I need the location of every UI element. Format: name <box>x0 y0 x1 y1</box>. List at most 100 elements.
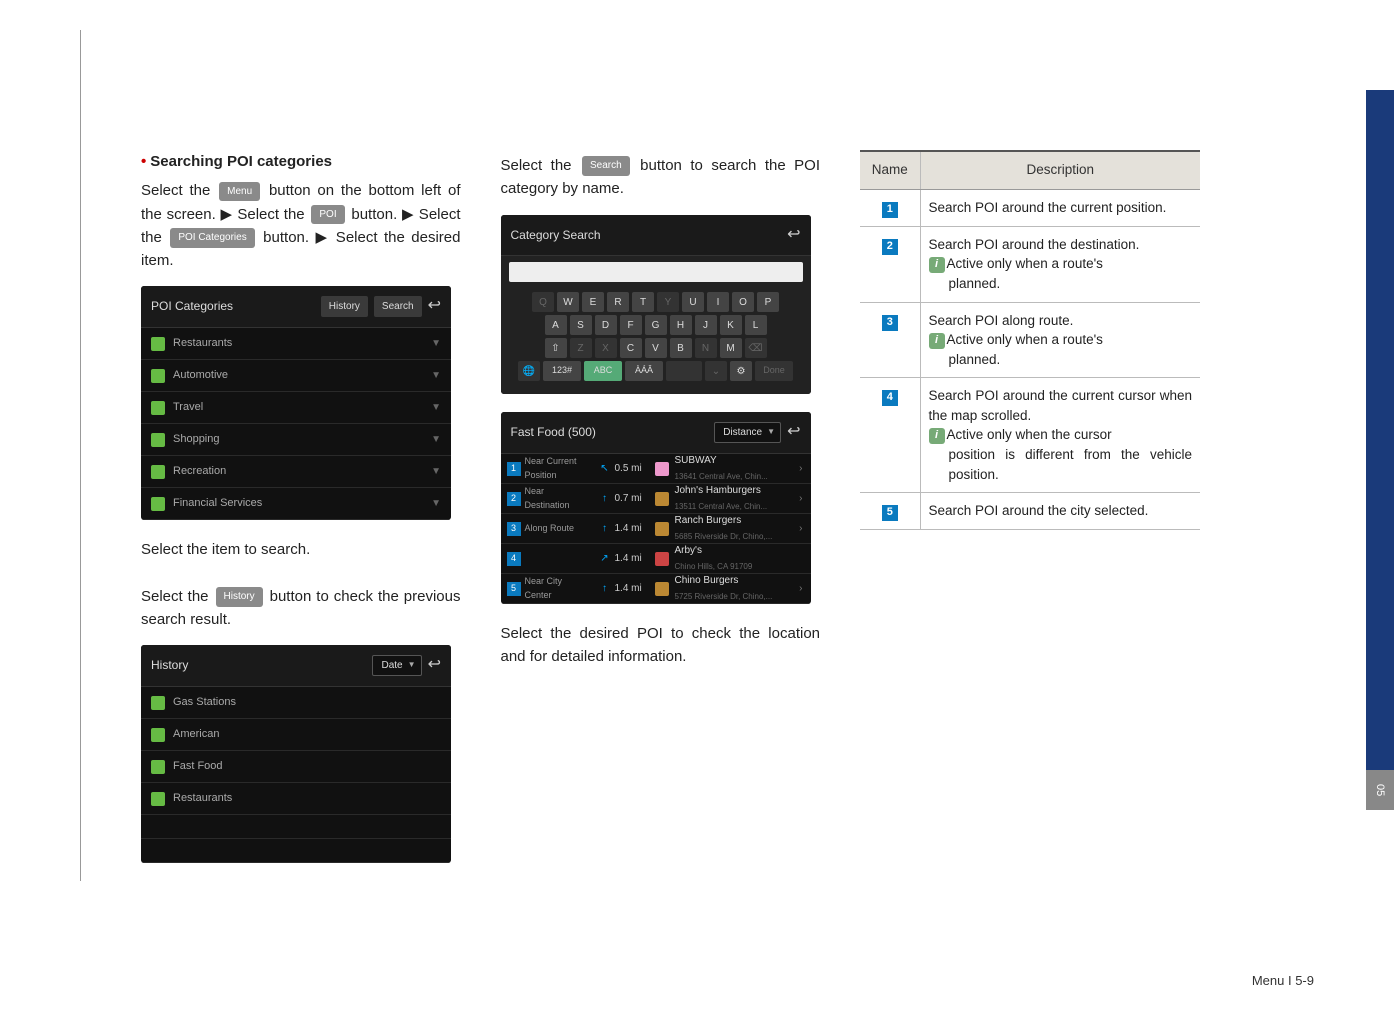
back-icon[interactable]: ↩ <box>428 653 441 678</box>
row-number-badge: 3 <box>882 315 898 331</box>
kb-key[interactable]: W <box>557 292 579 312</box>
poi-icon <box>655 492 669 506</box>
poi-icon <box>655 552 669 566</box>
kb-key[interactable]: B <box>670 338 692 358</box>
kb-num-key[interactable]: 123# <box>543 361 581 381</box>
table-row: 2 Search POI around the destination. iAc… <box>860 226 1200 302</box>
list-item[interactable]: Restaurants▼ <box>141 328 451 360</box>
table-row: 5 Search POI around the city selected. <box>860 493 1200 530</box>
list-item[interactable]: Gas Stations <box>141 687 451 719</box>
kb-key[interactable]: I <box>707 292 729 312</box>
kb-key[interactable]: D <box>595 315 617 335</box>
kb-key[interactable]: Q <box>532 292 554 312</box>
side-tab-chapter: 05 <box>1366 770 1394 810</box>
kb-key[interactable]: T <box>632 292 654 312</box>
col2-para1: Select the Search button to search the P… <box>501 154 821 201</box>
result-row[interactable]: 1 Near Current Position ↖ 0.5 mi SUBWAY1… <box>501 454 811 484</box>
list-item[interactable]: Fast Food <box>141 751 451 783</box>
kb-key[interactable]: H <box>670 315 692 335</box>
bullet-icon: • <box>141 153 146 170</box>
result-row[interactable]: 5 Near City Center ↑ 1.4 mi Chino Burger… <box>501 574 811 604</box>
menu-button-chip: Menu <box>219 182 260 202</box>
column-1: •Searching POI categories Select the Men… <box>141 30 461 881</box>
result-row[interactable]: 4 ↗ 1.4 mi Arby'sChino Hills, CA 91709 <box>501 544 811 574</box>
kb-key[interactable]: A <box>545 315 567 335</box>
list-item[interactable]: Recreation▼ <box>141 456 451 488</box>
info-icon: i <box>929 428 945 444</box>
kb-key[interactable]: M <box>720 338 742 358</box>
kb-key[interactable]: G <box>645 315 667 335</box>
list-item[interactable]: Automotive▼ <box>141 360 451 392</box>
kb-abc-key[interactable]: ABC <box>584 361 622 381</box>
result-row[interactable]: 2 Near Destination ↑ 0.7 mi John's Hambu… <box>501 484 811 514</box>
ss-cat-history-button[interactable]: History <box>321 296 368 318</box>
kb-key[interactable]: K <box>720 315 742 335</box>
kb-key[interactable]: J <box>695 315 717 335</box>
screenshot-poi-categories: POI Categories History Search ↩ Restaura… <box>141 286 451 520</box>
list-item[interactable]: American <box>141 719 451 751</box>
kb-key[interactable]: S <box>570 315 592 335</box>
kb-key[interactable]: U <box>682 292 704 312</box>
info-icon: i <box>929 333 945 349</box>
side-tab-blue <box>1366 90 1394 770</box>
history-button-chip: History <box>216 587 263 607</box>
poi-button-chip: POI <box>311 205 344 225</box>
kb-key[interactable]: O <box>732 292 754 312</box>
kb-lang-key[interactable]: 🌐 <box>518 361 540 381</box>
screenshot-fast-food-results: Fast Food (500) Distance ↩ 1 Near Curren… <box>501 412 811 604</box>
list-item[interactable]: Financial Services▼ <box>141 488 451 520</box>
poi-icon <box>655 582 669 596</box>
table-header-name: Name <box>860 151 920 189</box>
col1-para3: Select the History button to check the p… <box>141 585 461 632</box>
kb-delete-key[interactable]: ⌫ <box>745 338 767 358</box>
kb-key[interactable]: Z <box>570 338 592 358</box>
row-number-badge: 4 <box>882 390 898 406</box>
col1-para2: Select the item to search. <box>141 538 461 561</box>
kb-key[interactable]: Y <box>657 292 679 312</box>
column-3: Name Description 1 Search POI around the… <box>860 30 1200 881</box>
ss-results-sort-dropdown[interactable]: Distance <box>714 422 781 444</box>
kb-shift-key[interactable]: ⇧ <box>545 338 567 358</box>
kb-hide-key[interactable]: ⌄ <box>705 361 727 381</box>
list-item[interactable]: Shopping▼ <box>141 424 451 456</box>
result-row[interactable]: 3 Along Route ↑ 1.4 mi Ranch Burgers5685… <box>501 514 811 544</box>
col2-para2: Select the desired POI to check the loca… <box>501 622 821 669</box>
direction-icon: ↖ <box>595 461 615 477</box>
chevron-right-icon: › <box>791 461 810 477</box>
back-icon[interactable]: ↩ <box>787 420 800 445</box>
ss-cat-search-button[interactable]: Search <box>374 296 422 318</box>
chevron-right-icon: › <box>791 491 810 507</box>
screenshot-category-search: Category Search ↩ Q W E R T Y U I O <box>501 215 811 395</box>
kb-key[interactable]: R <box>607 292 629 312</box>
kb-accent-key[interactable]: ÀÁÂ <box>625 361 663 381</box>
kb-key[interactable]: V <box>645 338 667 358</box>
poi-icon <box>655 522 669 536</box>
direction-icon: ↑ <box>595 581 615 597</box>
description-table: Name Description 1 Search POI around the… <box>860 150 1200 530</box>
kb-space-key[interactable] <box>666 361 702 381</box>
list-item[interactable]: Travel▼ <box>141 392 451 424</box>
direction-icon: ↗ <box>595 551 615 567</box>
kb-key[interactable]: E <box>582 292 604 312</box>
table-row: 4 Search POI around the current cursor w… <box>860 378 1200 493</box>
kb-key[interactable]: L <box>745 315 767 335</box>
search-button-chip: Search <box>582 156 630 176</box>
kb-done-key[interactable]: Done <box>755 361 793 381</box>
row-number-badge: 5 <box>882 505 898 521</box>
kb-key[interactable]: N <box>695 338 717 358</box>
poi-categories-button-chip: POI Categories <box>170 228 254 248</box>
direction-icon: ↑ <box>595 491 615 507</box>
ss-results-title: Fast Food (500) <box>511 423 596 442</box>
ss-history-sort-dropdown[interactable]: Date <box>372 655 421 677</box>
search-input[interactable] <box>509 262 803 282</box>
kb-key[interactable]: P <box>757 292 779 312</box>
back-icon[interactable]: ↩ <box>787 223 800 248</box>
kb-key[interactable]: F <box>620 315 642 335</box>
kb-key[interactable]: X <box>595 338 617 358</box>
kb-key[interactable]: C <box>620 338 642 358</box>
col1-para1: Select the Menu button on the bottom lef… <box>141 179 461 272</box>
list-item[interactable]: Restaurants <box>141 783 451 815</box>
kb-gear-key[interactable]: ⚙ <box>730 361 752 381</box>
section-heading: •Searching POI categories <box>141 150 461 173</box>
back-icon[interactable]: ↩ <box>428 294 441 319</box>
